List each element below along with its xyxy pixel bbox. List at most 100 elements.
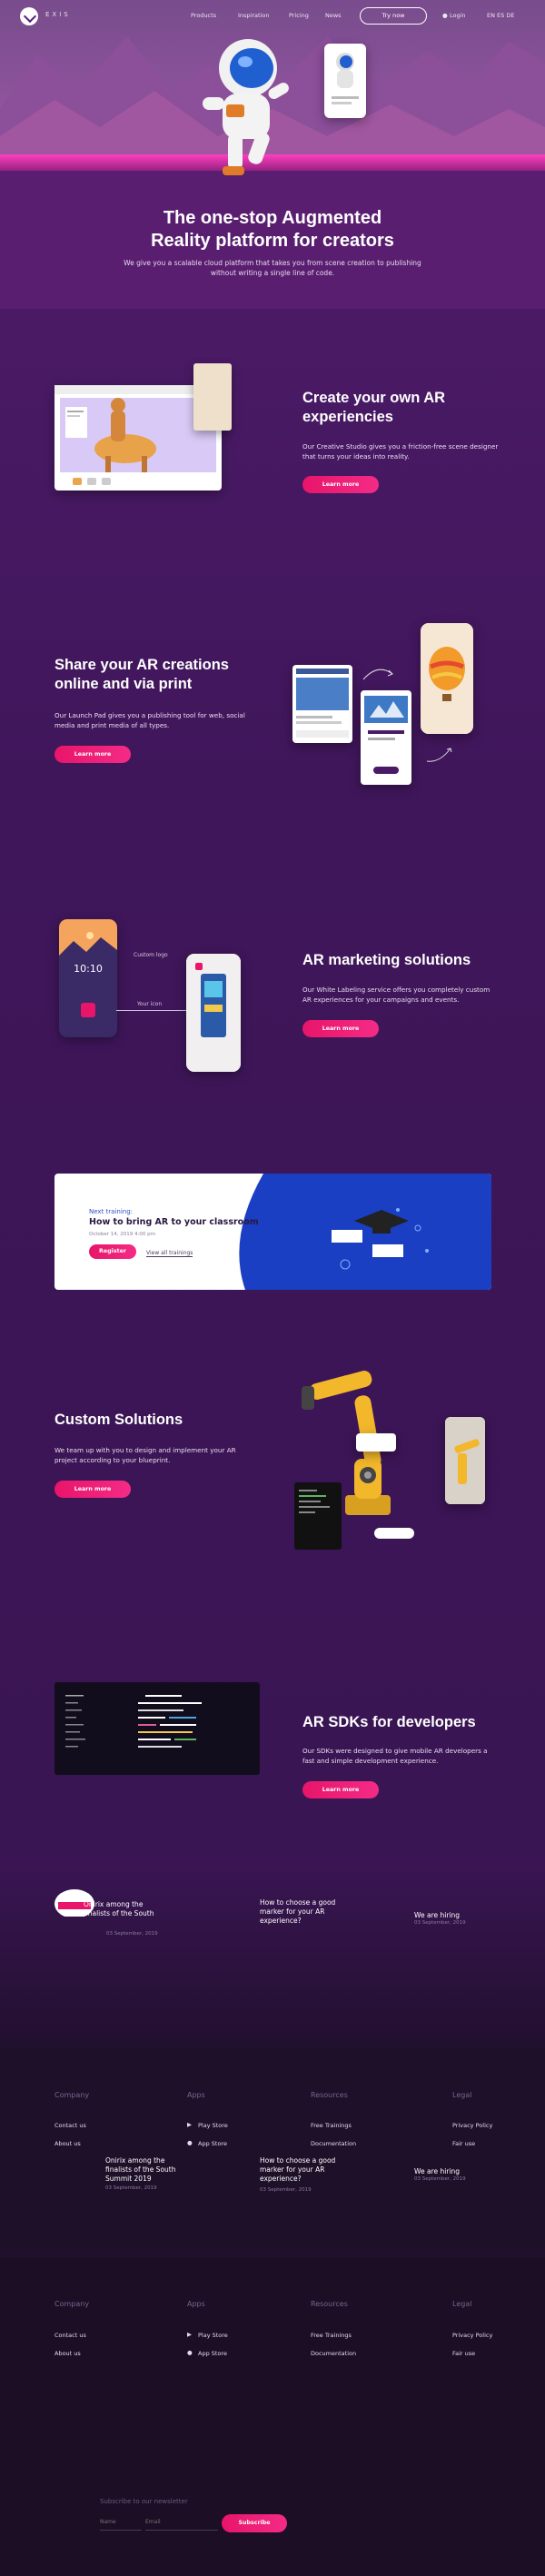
- footer2-legal-heading: Legal: [452, 2300, 472, 2308]
- flow-arrow-icon-2: [426, 748, 452, 762]
- print-flyer-card: [361, 690, 411, 785]
- s2-text-line1: Our Launch Pad gives you a publishing to…: [54, 711, 245, 719]
- custom-app-icon: [81, 1003, 95, 1017]
- footer-fair-use-link[interactable]: Fair use: [452, 2140, 475, 2147]
- footer-docs-link[interactable]: Documentation: [311, 2140, 356, 2147]
- s4-learn-more-button[interactable]: Learn more: [54, 1481, 131, 1498]
- footer2-resources-heading: Resources: [311, 2300, 348, 2308]
- news-item-1-title-repeat[interactable]: Onirix among the finalists of the South …: [105, 2156, 175, 2184]
- language-switcher[interactable]: EN ES DE: [487, 12, 514, 19]
- newsletter-label: Subscribe to our newsletter: [100, 2498, 188, 2505]
- news-item-3-title-repeat[interactable]: We are hiring: [414, 2167, 460, 2176]
- s3-text: Our White Labeling service offers you co…: [302, 985, 490, 1005]
- ar-game-phone: [186, 954, 241, 1072]
- page: EXIS Products Inspiration Pricing News T…: [0, 0, 545, 2576]
- news-item-3-title[interactable]: We are hiring: [414, 1911, 460, 1920]
- newsletter-email-input[interactable]: [145, 2514, 218, 2531]
- news-item-3-date: 03 September, 2019: [414, 1920, 466, 1926]
- hot-air-balloon-icon: [421, 623, 473, 734]
- news-2r-line2: marker for your AR: [260, 2165, 325, 2174]
- astronaut-illustration: [203, 39, 289, 175]
- news-1r-line2: finalists of the South: [105, 2165, 176, 2174]
- hero-phone-card: [324, 44, 366, 118]
- news-1r-line3: Summit 2019: [105, 2175, 152, 2183]
- news-item-3-date-repeat: 03 September, 2019: [414, 2176, 466, 2182]
- footer2-play-store-link[interactable]: Play Store: [198, 2332, 228, 2339]
- footer2-app-store-link[interactable]: App Store: [198, 2350, 227, 2357]
- footer-app-store-link[interactable]: App Store: [198, 2140, 227, 2147]
- apple-icon: ●: [187, 2139, 193, 2146]
- nav-news[interactable]: News: [325, 12, 342, 19]
- play-store-icon-2: ▶: [187, 2331, 192, 2338]
- hero-title-line1: The one-stop Augmented: [163, 208, 382, 228]
- phone-clock: 10:10: [74, 963, 103, 975]
- news-item-2-title-repeat[interactable]: How to choose a good marker for your AR …: [260, 2156, 335, 2184]
- custom-app-phone: 10:10: [59, 919, 117, 1037]
- view-all-trainings-link[interactable]: View all trainings: [146, 1250, 193, 1257]
- s1-learn-more-button[interactable]: Learn more: [302, 476, 379, 493]
- s5-text: Our SDKs were designed to give mobile AR…: [302, 1746, 488, 1766]
- news-1r-line1: Onirix among the: [105, 2156, 165, 2165]
- top-navbar: EXIS Products Inspiration Pricing News T…: [0, 0, 545, 33]
- robot-ar-preview: [445, 1417, 485, 1504]
- news-2-line2: marker for your AR: [260, 1907, 325, 1916]
- your-icon-label: Your icon: [137, 1001, 163, 1007]
- news-item-1-title[interactable]: Onirix among the finalists of the South: [84, 1900, 154, 1918]
- nav-pricing[interactable]: Pricing: [289, 12, 309, 19]
- footer2-fair-use-link[interactable]: Fair use: [452, 2350, 475, 2357]
- footer2-apps-heading: Apps: [187, 2300, 205, 2308]
- s2-learn-more-button[interactable]: Learn more: [54, 746, 131, 763]
- s1-title-line1: Create your own AR: [302, 390, 446, 406]
- footer2-docs-link[interactable]: Documentation: [311, 2350, 356, 2357]
- hero-subtitle-line1: We give you a scalable cloud platform th…: [124, 259, 421, 267]
- footer-section-1: [0, 2047, 545, 2247]
- news-2-line3: experience?: [260, 1917, 302, 1925]
- news-2-line1: How to choose a good: [260, 1898, 336, 1907]
- footer-trainings-link[interactable]: Free Trainings: [311, 2122, 352, 2129]
- training-title[interactable]: How to bring AR to your classroom: [89, 1217, 259, 1227]
- s5-learn-more-button[interactable]: Learn more: [302, 1781, 379, 1798]
- hero-title-line2: Reality platform for creators: [151, 231, 394, 251]
- news-item-2-date-repeat: 03 September, 2019: [260, 2187, 312, 2193]
- footer-play-store-link[interactable]: Play Store: [198, 2122, 228, 2129]
- footer2-privacy-link[interactable]: Privacy Policy: [452, 2332, 492, 2339]
- s3-text-line1: Our White Labeling service offers you co…: [302, 986, 490, 994]
- login-link[interactable]: Login: [450, 12, 466, 19]
- arcade-machine-icon: [186, 954, 241, 1072]
- play-store-icon: ▶: [187, 2121, 192, 2128]
- subscribe-button[interactable]: Subscribe: [222, 2514, 287, 2532]
- viewer-toolbar: [374, 1528, 414, 1539]
- s3-learn-more-button[interactable]: Learn more: [302, 1020, 379, 1037]
- hero-title: The one-stop Augmented Reality platform …: [0, 207, 545, 253]
- footer-company-heading: Company: [54, 2091, 90, 2099]
- code-lines-icon: [299, 1490, 330, 1513]
- footer-privacy-link[interactable]: Privacy Policy: [452, 2122, 492, 2129]
- logo-icon[interactable]: [20, 7, 38, 25]
- nav-inspiration[interactable]: Inspiration: [238, 12, 269, 19]
- hero-subtitle: We give you a scalable cloud platform th…: [0, 258, 545, 278]
- s4-text: We team up with you to design and implem…: [54, 1445, 236, 1465]
- register-button[interactable]: Register: [89, 1244, 136, 1259]
- s2-text-line2: media and print media of all types.: [54, 721, 170, 729]
- footer2-trainings-link[interactable]: Free Trainings: [311, 2332, 352, 2339]
- try-now-button[interactable]: Try now: [360, 7, 427, 25]
- s1-title: Create your own AR experiencies: [302, 389, 445, 427]
- robot-label-card: [356, 1433, 396, 1451]
- hero-subtitle-line2: without writing a single line of code.: [210, 269, 335, 277]
- footer-about-link[interactable]: About us: [54, 2140, 81, 2147]
- mini-astronaut-icon: [332, 53, 359, 104]
- s2-text: Our Launch Pad gives you a publishing to…: [54, 710, 245, 730]
- footer-apps-heading: Apps: [187, 2091, 205, 2099]
- footer-legal-heading: Legal: [452, 2091, 472, 2099]
- footer2-contact-link[interactable]: Contact us: [54, 2332, 86, 2339]
- footer-contact-link[interactable]: Contact us: [54, 2122, 86, 2129]
- nav-products[interactable]: Products: [191, 12, 216, 19]
- training-kicker: Next training:: [89, 1208, 134, 1215]
- footer2-about-link[interactable]: About us: [54, 2350, 81, 2357]
- s2-title-line2: online and via print: [54, 676, 193, 692]
- s1-text-line2: that turns your ideas into reality.: [302, 452, 410, 461]
- s2-title-line1: Share your AR creations: [54, 657, 229, 673]
- news-item-2-title[interactable]: How to choose a good marker for your AR …: [260, 1898, 335, 1926]
- newsletter-name-input[interactable]: [100, 2514, 142, 2531]
- apple-icon-2: ●: [187, 2349, 193, 2356]
